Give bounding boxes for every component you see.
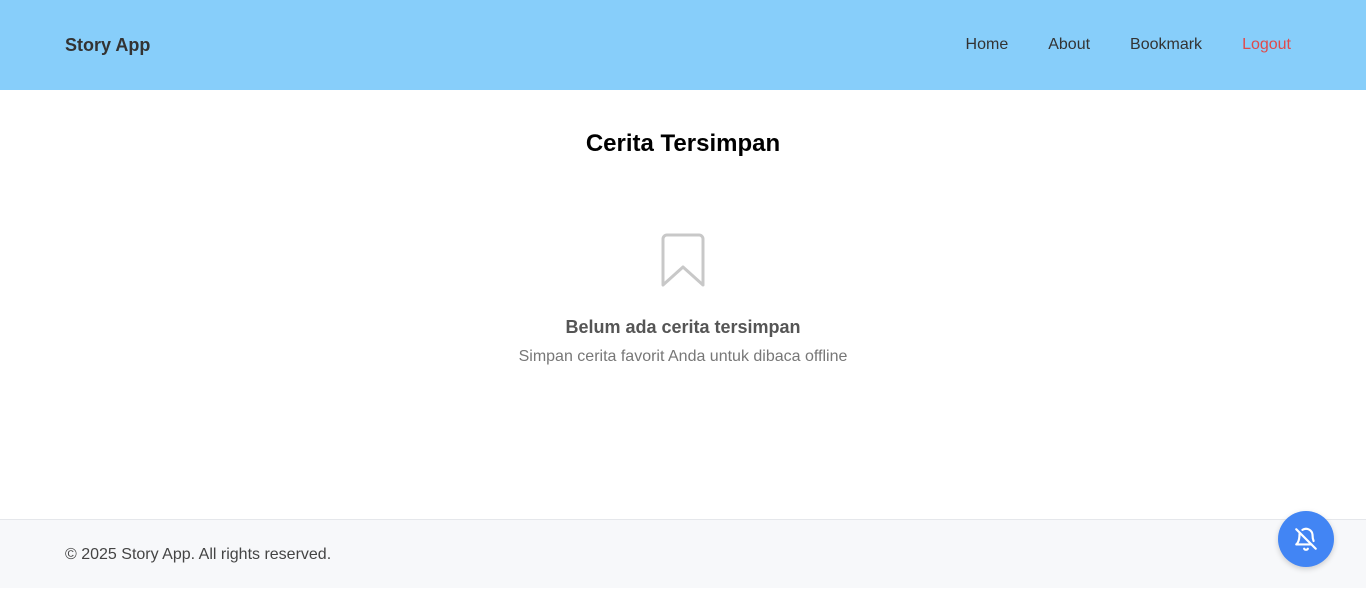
nav-home-link[interactable]: Home <box>966 35 1009 54</box>
footer-copyright: © 2025 Story App. All rights reserved. <box>65 546 332 563</box>
page-title: Cerita Tersimpan <box>585 130 781 157</box>
footer: © 2025 Story App. All rights reserved. <box>0 519 1366 588</box>
main-nav: Home About Bookmark Logout <box>926 35 1291 54</box>
top-navbar: Story App Home About Bookmark Logout <box>0 0 1366 90</box>
nav-logout-link[interactable]: Logout <box>1242 35 1291 54</box>
bookmark-icon <box>661 233 705 288</box>
empty-state-title: Belum ada cerita tersimpan <box>565 317 801 337</box>
page: Story App Home About Bookmark Logout Cer… <box>0 0 1366 598</box>
bell-off-icon <box>1293 526 1319 552</box>
brand-logo[interactable]: Story App <box>65 34 150 56</box>
nav-about-link[interactable]: About <box>1048 35 1090 54</box>
empty-state-subtitle: Simpan cerita favorit Anda untuk dibaca … <box>518 348 848 365</box>
notification-toggle-button[interactable] <box>1278 511 1334 567</box>
nav-bookmark-link[interactable]: Bookmark <box>1130 35 1202 54</box>
